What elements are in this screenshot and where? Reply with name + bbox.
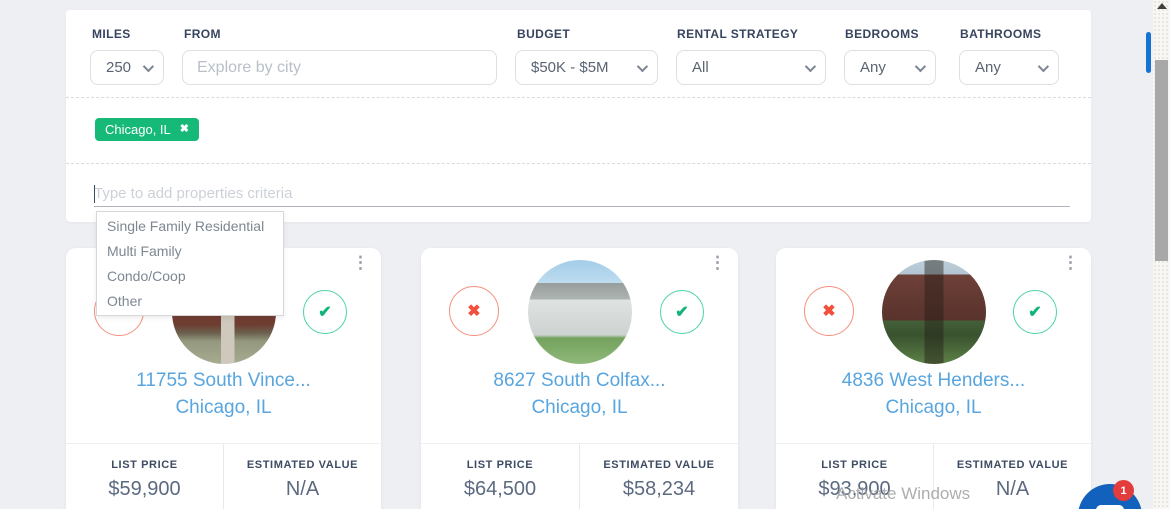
text-caret [94,185,95,203]
city-search-input[interactable] [182,50,497,85]
miles-select[interactable]: 250 [90,50,164,85]
property-photo[interactable] [528,260,632,364]
list-price-column: LIST PRICE $64,500 [421,444,580,509]
bathrooms-value: Any [975,59,1001,76]
check-icon: ✔ [675,302,688,322]
dropdown-option-other[interactable]: Other [97,289,283,314]
x-icon: ✖ [467,301,480,321]
miles-value: 250 [106,59,131,76]
bedrooms-select[interactable]: Any [844,50,936,85]
estimated-value-label: ESTIMATED VALUE [934,459,1091,471]
location-tag-chicago[interactable]: Chicago, IL ✖ [95,118,199,141]
price-section: LIST PRICE $64,500 ESTIMATED VALUE $58,2… [421,443,738,509]
reject-button[interactable]: ✖ [804,286,854,336]
list-price-label: LIST PRICE [66,459,223,471]
x-icon: ✖ [822,301,835,321]
estimated-value-column: ESTIMATED VALUE N/A [224,444,381,509]
property-city-link[interactable]: Chicago, IL [66,397,381,419]
miles-label: MILES [92,27,131,41]
check-icon: ✔ [1028,302,1041,322]
scrollbar-thumb[interactable] [1155,60,1168,261]
list-price-label: LIST PRICE [776,459,933,471]
divider [66,163,1091,164]
reject-button[interactable]: ✖ [449,286,499,336]
accept-button[interactable]: ✔ [303,290,347,334]
dropdown-option-multi-family[interactable]: Multi Family [97,239,283,264]
bathrooms-select[interactable]: Any [959,50,1059,85]
property-photo[interactable] [882,260,986,364]
rental-strategy-label: RENTAL STRATEGY [677,27,798,41]
kebab-menu-icon[interactable]: ⋮ [709,254,726,273]
criteria-input[interactable] [94,180,1070,207]
property-card: ⋮ ✖ ✔ 4836 West Henders... Chicago, IL L… [776,248,1091,509]
accept-button[interactable]: ✔ [660,290,704,334]
property-card: ⋮ ✖ ✔ 8627 South Colfax... Chicago, IL L… [421,248,738,509]
dropdown-option-single-family[interactable]: Single Family Residential [97,214,283,239]
property-address-link[interactable]: 8627 South Colfax... [421,370,738,392]
check-icon: ✔ [318,302,331,322]
budget-value: $50K - $5M [531,59,609,76]
bedrooms-label: BEDROOMS [845,27,919,41]
chevron-down-icon [1038,60,1049,71]
property-city-link[interactable]: Chicago, IL [776,397,1091,419]
kebab-menu-icon[interactable]: ⋮ [1062,254,1079,273]
dropdown-option-condo-coop[interactable]: Condo/Coop [97,264,283,289]
property-city-link[interactable]: Chicago, IL [421,397,738,419]
chevron-down-icon [805,60,816,71]
location-tag-label: Chicago, IL [105,122,171,137]
list-price-label: LIST PRICE [421,459,579,471]
rental-strategy-value: All [692,59,709,76]
estimated-value-label: ESTIMATED VALUE [580,459,738,471]
scrollbar-track[interactable] [1153,0,1170,509]
scroll-up-arrow-icon[interactable] [1157,3,1167,9]
list-price-value: $64,500 [421,478,579,501]
chevron-down-icon [915,60,926,71]
estimated-value-label: ESTIMATED VALUE [224,459,381,471]
estimated-value-value: $58,234 [580,478,738,501]
criteria-dropdown: Single Family Residential Multi Family C… [96,211,284,316]
chat-icon [1096,505,1124,509]
price-section: LIST PRICE $59,900 ESTIMATED VALUE N/A [66,443,381,509]
list-price-column: LIST PRICE $59,900 [66,444,224,509]
property-address-link[interactable]: 4836 West Henders... [776,370,1091,392]
property-address-link[interactable]: 11755 South Vince... [66,370,381,392]
chevron-down-icon [143,60,154,71]
budget-select[interactable]: $50K - $5M [515,50,658,85]
bedrooms-value: Any [860,59,886,76]
divider [66,97,1091,98]
from-label: FROM [184,27,221,41]
chevron-down-icon [637,60,648,71]
kebab-menu-icon[interactable]: ⋮ [352,254,369,273]
activate-windows-watermark: Activate Windows [836,484,970,504]
list-price-value: $59,900 [66,478,223,501]
close-icon[interactable]: ✖ [180,124,189,135]
estimated-value-column: ESTIMATED VALUE $58,234 [580,444,738,509]
rental-strategy-select[interactable]: All [676,50,826,85]
filter-panel: MILES 250 FROM BUDGET $50K - $5M RENTAL … [66,10,1091,222]
accept-button[interactable]: ✔ [1013,290,1057,334]
estimated-value-value: N/A [224,478,381,501]
budget-label: BUDGET [517,27,570,41]
inner-scrollbar-thumb[interactable] [1146,32,1151,73]
screen: MILES 250 FROM BUDGET $50K - $5M RENTAL … [0,0,1170,509]
bathrooms-label: BATHROOMS [960,27,1041,41]
chat-notification-badge: 1 [1113,480,1134,501]
